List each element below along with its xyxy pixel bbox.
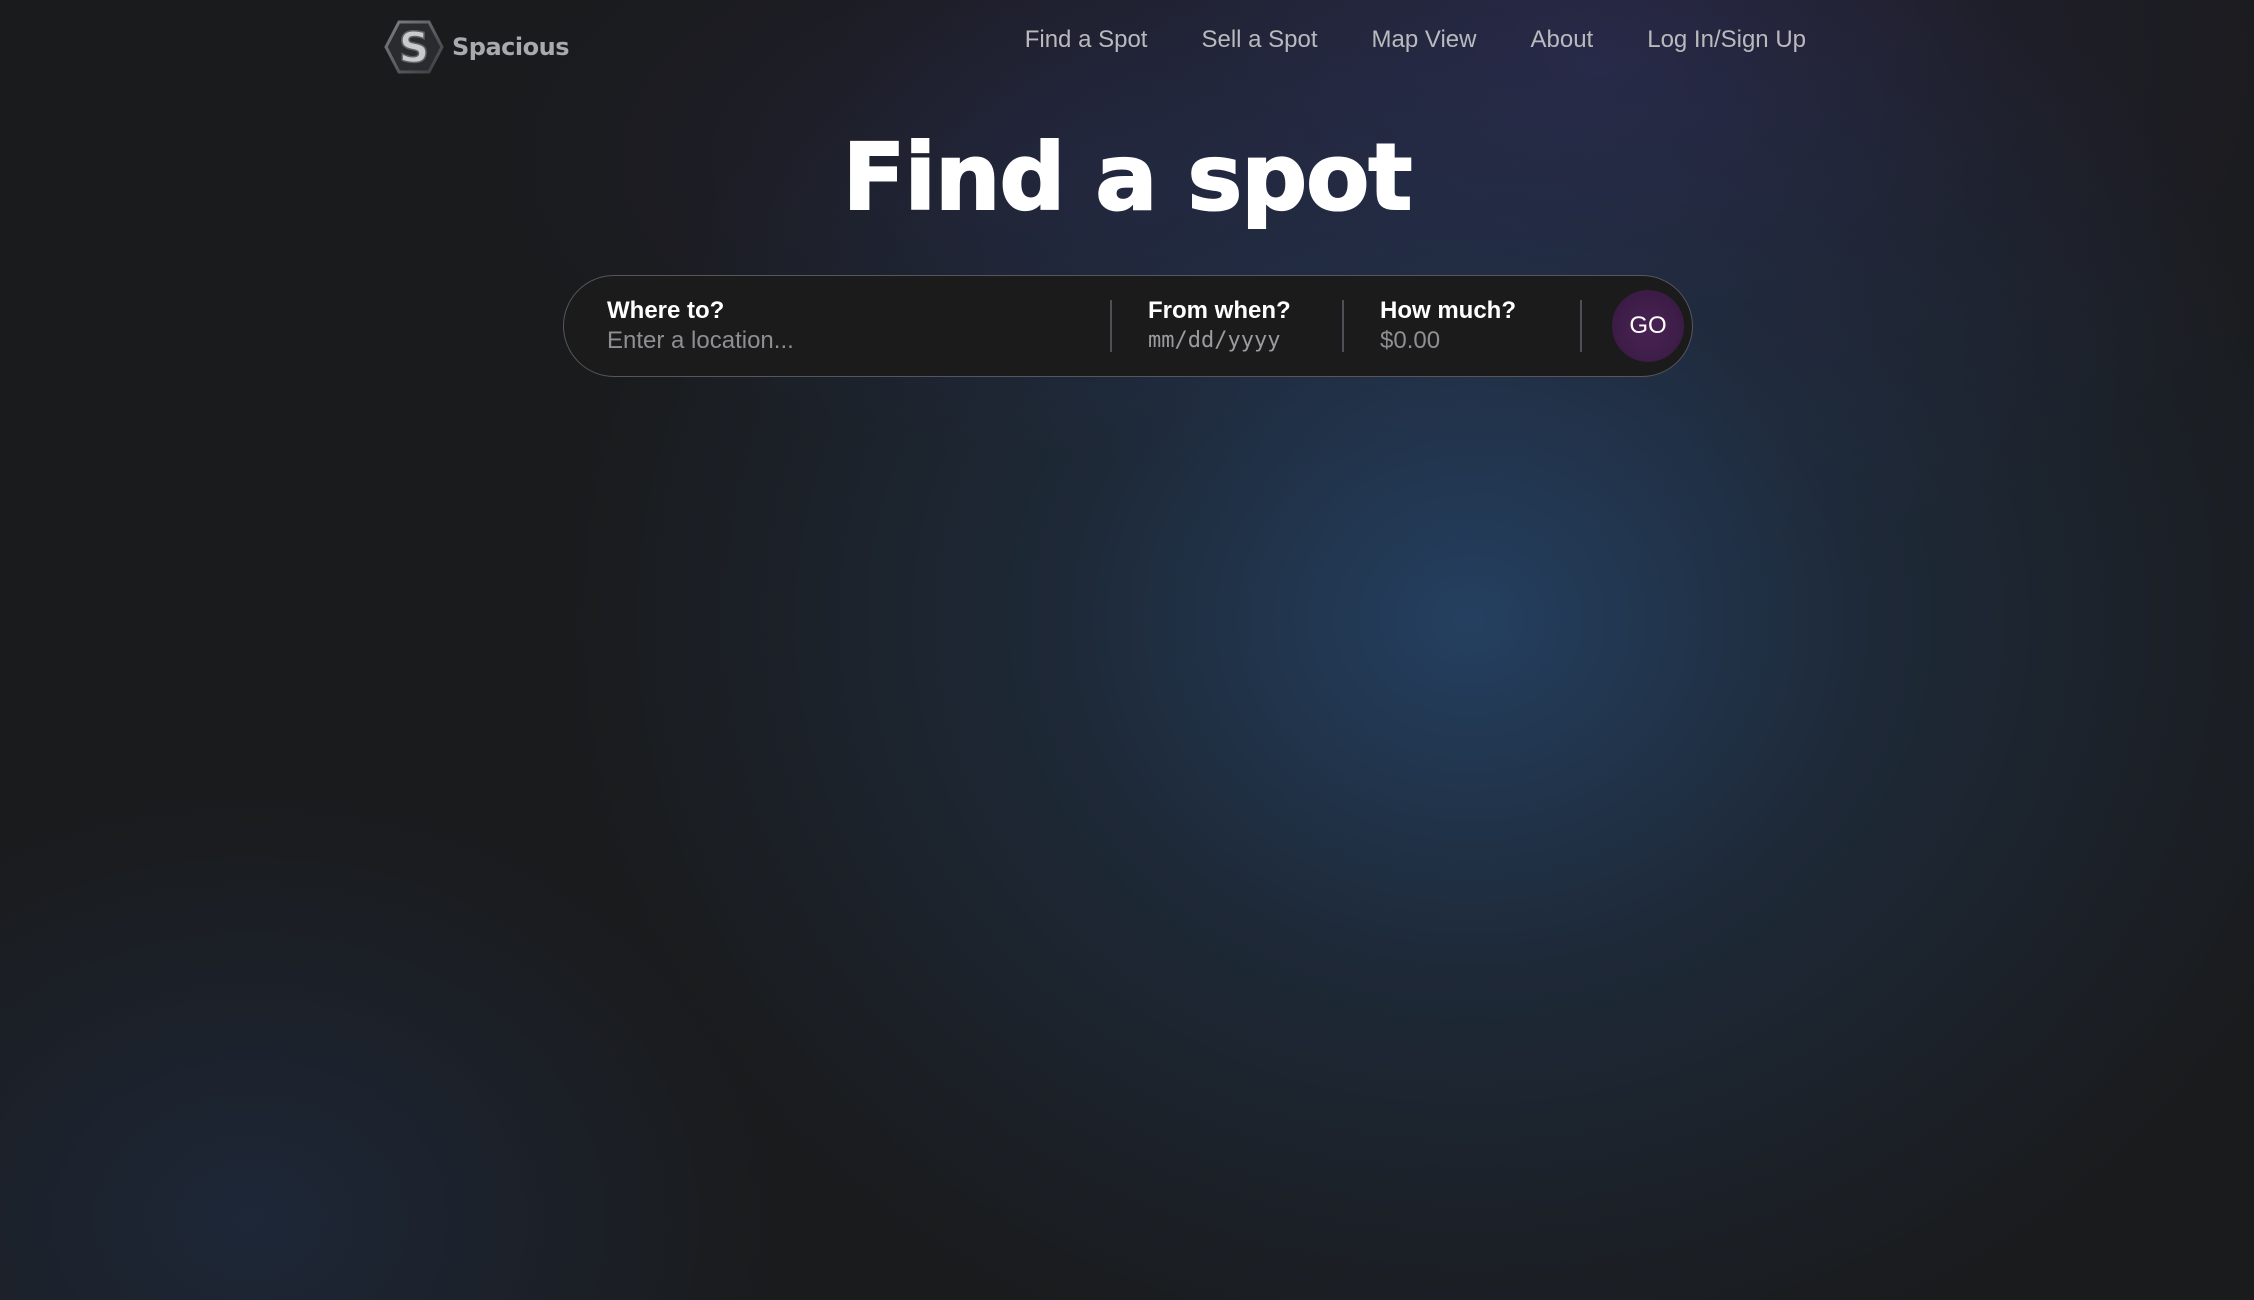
spacious-logo-icon: S: [384, 20, 444, 74]
price-field[interactable]: How much? $0.00: [1344, 276, 1580, 376]
location-input[interactable]: Enter a location...: [607, 326, 1110, 356]
brand-name: Spacious: [452, 33, 569, 61]
date-input[interactable]: mm/dd/yyyy: [1148, 326, 1342, 356]
date-field[interactable]: From when? mm/dd/yyyy: [1112, 276, 1342, 376]
nav-map-view[interactable]: Map View: [1372, 26, 1477, 54]
location-label: Where to?: [607, 297, 725, 324]
nav-about[interactable]: About: [1531, 26, 1594, 54]
nav-login-signup[interactable]: Log In/Sign Up: [1647, 26, 1806, 54]
search-bar: Where to? Enter a location... From when?…: [563, 275, 1693, 377]
nav-sell-a-spot[interactable]: Sell a Spot: [1201, 26, 1317, 54]
price-input[interactable]: $0.00: [1380, 326, 1580, 356]
page-title: Find a spot: [842, 123, 1414, 232]
nav-find-a-spot[interactable]: Find a Spot: [1025, 26, 1148, 54]
brand-home-link[interactable]: S Spacious: [384, 19, 569, 75]
search-divider: [1580, 300, 1582, 352]
main-nav: Find a Spot Sell a Spot Map View About L…: [1025, 26, 1806, 54]
date-label: From when?: [1148, 297, 1291, 324]
location-field[interactable]: Where to? Enter a location...: [564, 276, 1110, 376]
go-search-button[interactable]: GO: [1612, 290, 1684, 362]
top-navbar: S Spacious Find a Spot Sell a Spot Map V…: [0, 0, 2254, 96]
svg-text:S: S: [399, 23, 429, 72]
price-label: How much?: [1380, 297, 1516, 324]
